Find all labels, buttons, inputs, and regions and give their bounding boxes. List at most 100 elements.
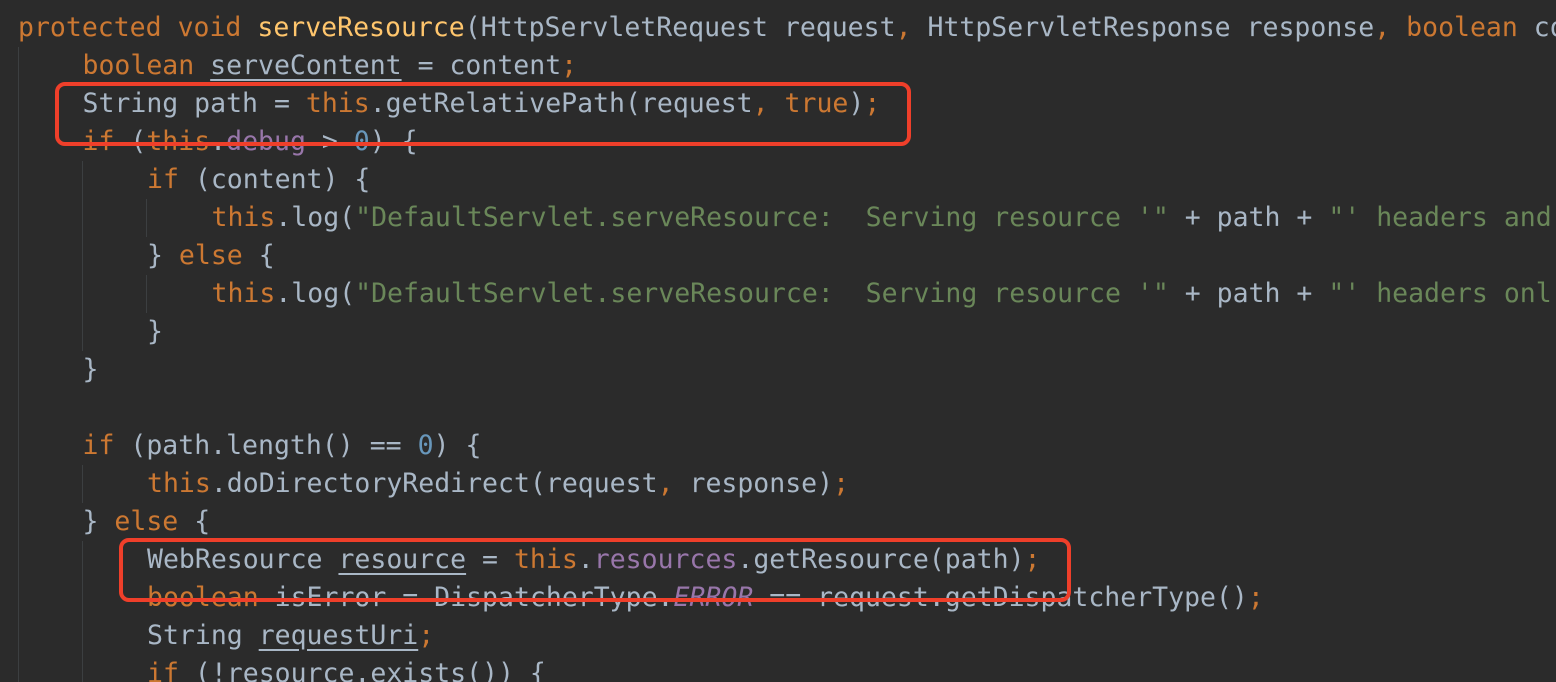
code-token: > [305, 126, 354, 157]
code-token: String [147, 620, 259, 651]
code-token: protected [18, 12, 162, 43]
code-line[interactable]: protected void serveResource(HttpServlet… [18, 9, 1556, 47]
code-token: requestUri [258, 620, 419, 651]
code-token: { [242, 240, 275, 271]
code-token: .doDirectoryRedirect(request [210, 468, 658, 499]
code-token: serveResource [257, 12, 465, 43]
code-token: ; [561, 50, 578, 81]
code-line[interactable]: } else { [147, 237, 275, 275]
code-token: "DefaultServlet.serveResource: Serving r… [355, 202, 1169, 233]
code-token: ; [1024, 544, 1041, 575]
indent-guide [146, 199, 147, 237]
code-line[interactable]: if (!resource.exists()) { [147, 655, 546, 682]
code-token: } [82, 506, 115, 537]
code-token: ( [114, 126, 147, 157]
code-editor[interactable]: protected void serveResource(HttpServlet… [0, 0, 1556, 682]
code-token: .getRelativePath(request [369, 88, 753, 119]
code-line[interactable]: } [83, 351, 99, 389]
code-token: == request.getDispatcherType() [753, 582, 1248, 613]
code-token: , [1374, 12, 1391, 43]
indent-guide [146, 275, 147, 313]
code-token: isError = DispatcherType. [258, 582, 674, 613]
code-token: ; [1247, 582, 1264, 613]
code-token: , [895, 12, 912, 43]
code-token: WebResource [147, 544, 339, 575]
code-token: boolean [147, 582, 259, 613]
code-token: .log( [275, 278, 356, 309]
code-token: .getResource(path) [737, 544, 1025, 575]
code-token: else [178, 240, 243, 271]
code-line[interactable]: boolean isError = DispatcherType.ERROR =… [147, 579, 1264, 617]
code-token: resource [338, 544, 467, 575]
code-token: + path + [1168, 202, 1329, 233]
code-token: } [147, 240, 179, 271]
code-line[interactable]: if (content) { [147, 161, 370, 199]
code-token: (path.length() == [114, 430, 418, 461]
code-token: else [114, 506, 179, 537]
code-line[interactable]: this.log("DefaultServlet.serveResource: … [212, 199, 1552, 237]
code-token: (!resource.exists()) { [178, 658, 546, 682]
code-token: . [577, 544, 594, 575]
code-token: true [784, 88, 849, 119]
code-token: ) { [369, 126, 418, 157]
code-token: if [147, 164, 179, 195]
code-line[interactable]: } [147, 313, 163, 351]
code-line[interactable]: this.log("DefaultServlet.serveResource: … [212, 275, 1552, 313]
code-token: , [657, 468, 674, 499]
code-token: } [82, 354, 99, 385]
code-token: boolean [82, 50, 195, 81]
code-token: response) [673, 468, 834, 499]
code-line[interactable]: } else { [83, 503, 211, 541]
code-token: ; [833, 468, 850, 499]
code-line[interactable]: if (this.debug > 0) { [83, 123, 418, 161]
code-token: "' headers and [1328, 202, 1552, 233]
code-token: 0 [417, 430, 434, 461]
code-token: co [1533, 12, 1556, 43]
code-line[interactable]: String path = this.getRelativePath(reque… [83, 85, 881, 123]
code-token: this [147, 468, 211, 499]
code-line[interactable]: this.doDirectoryRedirect(request, respon… [147, 465, 849, 503]
code-token: ; [864, 88, 881, 119]
code-token: ERROR [673, 582, 754, 613]
code-token: if [147, 658, 179, 682]
code-token: this [146, 126, 211, 157]
code-token: this [211, 202, 276, 233]
code-token: "DefaultServlet.serveResource: Serving r… [355, 278, 1169, 309]
indent-guide [82, 161, 83, 351]
code-token: ) [848, 88, 865, 119]
code-token: serveContent [210, 50, 402, 81]
code-token: .log( [275, 202, 356, 233]
code-line[interactable]: String requestUri; [147, 617, 434, 655]
code-line[interactable]: boolean serveContent = content; [83, 47, 578, 85]
code-token: String path = [82, 88, 306, 119]
code-token: if [82, 126, 115, 157]
code-token: this [513, 544, 578, 575]
code-token: } [147, 316, 163, 347]
code-token: . [210, 126, 227, 157]
code-token: (HttpServletRequest request [464, 12, 896, 43]
code-token: + path + [1168, 278, 1329, 309]
code-token: { [178, 506, 211, 537]
indent-guide [18, 47, 19, 682]
code-token: debug [226, 126, 306, 157]
code-token: void [177, 12, 242, 43]
code-token: ; [418, 620, 435, 651]
code-line[interactable]: WebResource resource = this.resources.ge… [147, 541, 1041, 579]
code-token: , [752, 88, 769, 119]
code-token: resources [593, 544, 738, 575]
code-token: "' headers onl [1328, 278, 1552, 309]
code-token: (content) { [178, 164, 371, 195]
indent-guide [82, 541, 83, 682]
code-token: ) { [433, 430, 482, 461]
code-token: 0 [353, 126, 370, 157]
code-line[interactable]: if (path.length() == 0) { [83, 427, 482, 465]
code-token: this [305, 88, 370, 119]
indent-guide [82, 465, 83, 503]
code-token: boolean [1406, 12, 1518, 43]
code-token: this [211, 278, 276, 309]
